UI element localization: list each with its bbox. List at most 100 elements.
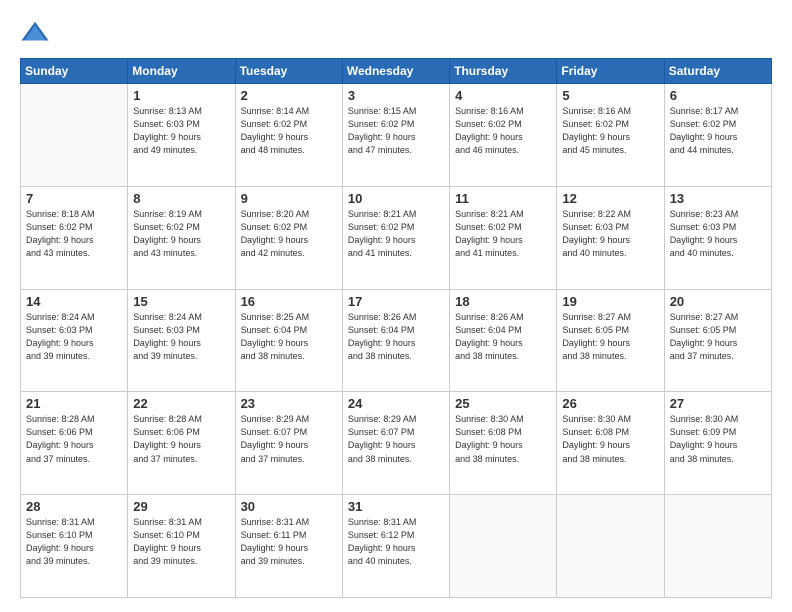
calendar-cell: 5 Sunrise: 8:16 AMSunset: 6:02 PMDaylight… [557,84,664,187]
logo [20,18,54,48]
cell-sun-info: Sunrise: 8:23 AMSunset: 6:03 PMDaylight:… [670,208,766,260]
cell-sun-info: Sunrise: 8:26 AMSunset: 6:04 PMDaylight:… [348,311,444,363]
day-header-friday: Friday [557,59,664,84]
cell-day-number: 26 [562,396,658,411]
cell-day-number: 21 [26,396,122,411]
cell-day-number: 11 [455,191,551,206]
cell-day-number: 3 [348,88,444,103]
cell-sun-info: Sunrise: 8:29 AMSunset: 6:07 PMDaylight:… [348,413,444,465]
calendar-cell: 2Sunrise: 8:14 AMSunset: 6:02 PMDaylight… [235,84,342,187]
calendar-cell: 26 Sunrise: 8:30 AMSunset: 6:08 PMDayligh… [557,392,664,495]
calendar-cell: 4 Sunrise: 8:16 AMSunset: 6:02 PMDaylight… [450,84,557,187]
cell-day-number: 20 [670,294,766,309]
cell-sun-info: Sunrise: 8:15 AMSunset: 6:02 PMDaylight:… [348,105,444,157]
calendar-cell: 13 Sunrise: 8:23 AMSunset: 6:03 PMDayligh… [664,186,771,289]
day-header-monday: Monday [128,59,235,84]
calendar-cell: 23 Sunrise: 8:29 AMSunset: 6:07 PMDayligh… [235,392,342,495]
cell-sun-info: Sunrise: 8:24 AMSunset: 6:03 PMDaylight:… [133,311,229,363]
cell-day-number: 9 [241,191,337,206]
cell-sun-info: Sunrise: 8:27 AMSunset: 6:05 PMDaylight:… [670,311,766,363]
cell-sun-info: Sunrise: 8:18 AMSunset: 6:02 PMDaylight:… [26,208,122,260]
calendar-cell: 28 Sunrise: 8:31 AMSunset: 6:10 PMDayligh… [21,495,128,598]
cell-day-number: 30 [241,499,337,514]
calendar-cell [664,495,771,598]
cell-sun-info: Sunrise: 8:31 AMSunset: 6:10 PMDaylight:… [133,516,229,568]
calendar-cell: 14Sunrise: 8:24 AMSunset: 6:03 PMDayligh… [21,289,128,392]
calendar-cell: 15 Sunrise: 8:24 AMSunset: 6:03 PMDayligh… [128,289,235,392]
cell-day-number: 16 [241,294,337,309]
cell-day-number: 31 [348,499,444,514]
cell-day-number: 15 [133,294,229,309]
day-header-sunday: Sunday [21,59,128,84]
calendar-cell: 1Sunrise: 8:13 AMSunset: 6:03 PMDaylight… [128,84,235,187]
cell-sun-info: Sunrise: 8:16 AMSunset: 6:02 PMDaylight:… [455,105,551,157]
cell-sun-info: Sunrise: 8:28 AMSunset: 6:06 PMDaylight:… [26,413,122,465]
cell-sun-info: Sunrise: 8:22 AMSunset: 6:03 PMDaylight:… [562,208,658,260]
cell-sun-info: Sunrise: 8:24 AMSunset: 6:03 PMDaylight:… [26,311,122,363]
cell-day-number: 27 [670,396,766,411]
cell-day-number: 7 [26,191,122,206]
cell-sun-info: Sunrise: 8:29 AMSunset: 6:07 PMDaylight:… [241,413,337,465]
cell-day-number: 28 [26,499,122,514]
calendar-cell: 12 Sunrise: 8:22 AMSunset: 6:03 PMDayligh… [557,186,664,289]
calendar-cell: 19Sunrise: 8:27 AMSunset: 6:05 PMDayligh… [557,289,664,392]
calendar-cell: 29 Sunrise: 8:31 AMSunset: 6:10 PMDayligh… [128,495,235,598]
day-header-saturday: Saturday [664,59,771,84]
page: SundayMondayTuesdayWednesdayThursdayFrid… [0,0,792,612]
cell-day-number: 8 [133,191,229,206]
day-header-tuesday: Tuesday [235,59,342,84]
cell-sun-info: Sunrise: 8:28 AMSunset: 6:06 PMDaylight:… [133,413,229,465]
cell-day-number: 5 [562,88,658,103]
calendar-cell: 21 Sunrise: 8:28 AMSunset: 6:06 PMDayligh… [21,392,128,495]
cell-day-number: 24 [348,396,444,411]
calendar-cell: 24 Sunrise: 8:29 AMSunset: 6:07 PMDayligh… [342,392,449,495]
cell-day-number: 25 [455,396,551,411]
cell-sun-info: Sunrise: 8:16 AMSunset: 6:02 PMDaylight:… [562,105,658,157]
cell-sun-info: Sunrise: 8:25 AMSunset: 6:04 PMDaylight:… [241,311,337,363]
calendar-cell: 8Sunrise: 8:19 AMSunset: 6:02 PMDaylight… [128,186,235,289]
cell-sun-info: Sunrise: 8:13 AMSunset: 6:03 PMDaylight:… [133,105,229,157]
calendar-cell: 17 Sunrise: 8:26 AMSunset: 6:04 PMDayligh… [342,289,449,392]
cell-sun-info: Sunrise: 8:30 AMSunset: 6:08 PMDaylight:… [562,413,658,465]
cell-day-number: 13 [670,191,766,206]
calendar-week-row: 14Sunrise: 8:24 AMSunset: 6:03 PMDayligh… [21,289,772,392]
cell-sun-info: Sunrise: 8:20 AMSunset: 6:02 PMDaylight:… [241,208,337,260]
cell-day-number: 17 [348,294,444,309]
calendar-cell [450,495,557,598]
calendar-cell: 11 Sunrise: 8:21 AMSunset: 6:02 PMDayligh… [450,186,557,289]
calendar-cell: 9 Sunrise: 8:20 AMSunset: 6:02 PMDaylight… [235,186,342,289]
day-header-thursday: Thursday [450,59,557,84]
cell-day-number: 23 [241,396,337,411]
logo-icon [20,18,50,48]
cell-sun-info: Sunrise: 8:21 AMSunset: 6:02 PMDaylight:… [455,208,551,260]
cell-day-number: 18 [455,294,551,309]
cell-sun-info: Sunrise: 8:30 AMSunset: 6:09 PMDaylight:… [670,413,766,465]
cell-sun-info: Sunrise: 8:30 AMSunset: 6:08 PMDaylight:… [455,413,551,465]
calendar-cell: 25 Sunrise: 8:30 AMSunset: 6:08 PMDayligh… [450,392,557,495]
cell-day-number: 29 [133,499,229,514]
header [20,18,772,48]
calendar-week-row: 7 Sunrise: 8:18 AMSunset: 6:02 PMDaylight… [21,186,772,289]
calendar-cell: 22Sunrise: 8:28 AMSunset: 6:06 PMDayligh… [128,392,235,495]
calendar-table: SundayMondayTuesdayWednesdayThursdayFrid… [20,58,772,598]
cell-day-number: 4 [455,88,551,103]
cell-day-number: 6 [670,88,766,103]
calendar-cell: 3 Sunrise: 8:15 AMSunset: 6:02 PMDaylight… [342,84,449,187]
cell-sun-info: Sunrise: 8:31 AMSunset: 6:10 PMDaylight:… [26,516,122,568]
calendar-cell: 30Sunrise: 8:31 AMSunset: 6:11 PMDayligh… [235,495,342,598]
calendar-cell: 7 Sunrise: 8:18 AMSunset: 6:02 PMDaylight… [21,186,128,289]
cell-sun-info: Sunrise: 8:31 AMSunset: 6:12 PMDaylight:… [348,516,444,568]
cell-day-number: 12 [562,191,658,206]
calendar-cell: 18 Sunrise: 8:26 AMSunset: 6:04 PMDayligh… [450,289,557,392]
calendar-week-row: 1Sunrise: 8:13 AMSunset: 6:03 PMDaylight… [21,84,772,187]
cell-sun-info: Sunrise: 8:26 AMSunset: 6:04 PMDaylight:… [455,311,551,363]
calendar-cell [21,84,128,187]
calendar-cell: 31 Sunrise: 8:31 AMSunset: 6:12 PMDayligh… [342,495,449,598]
calendar-week-row: 21 Sunrise: 8:28 AMSunset: 6:06 PMDayligh… [21,392,772,495]
cell-day-number: 10 [348,191,444,206]
cell-sun-info: Sunrise: 8:14 AMSunset: 6:02 PMDaylight:… [241,105,337,157]
cell-sun-info: Sunrise: 8:21 AMSunset: 6:02 PMDaylight:… [348,208,444,260]
calendar-cell: 6Sunrise: 8:17 AMSunset: 6:02 PMDaylight… [664,84,771,187]
calendar-cell: 27 Sunrise: 8:30 AMSunset: 6:09 PMDayligh… [664,392,771,495]
calendar-cell: 20 Sunrise: 8:27 AMSunset: 6:05 PMDayligh… [664,289,771,392]
